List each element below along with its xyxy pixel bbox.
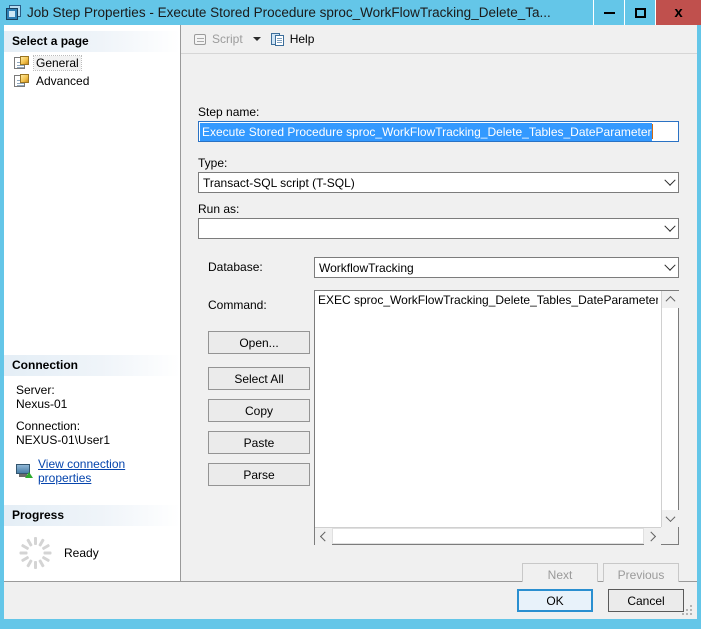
ok-button[interactable]: OK [517, 589, 593, 612]
job-step-icon [6, 5, 22, 21]
command-label: Command: [208, 298, 267, 312]
page-toolbar: Script Help [181, 25, 697, 54]
help-icon [271, 32, 286, 47]
dialog-button-bar: OK Cancel [4, 582, 697, 619]
script-icon [193, 32, 208, 47]
horizontal-scroll-track[interactable] [332, 528, 644, 544]
command-textarea[interactable]: EXEC sproc_WorkFlowTracking_Delete_Table… [314, 290, 679, 545]
close-button[interactable]: x [655, 0, 701, 25]
select-a-page-sidebar: Select a page General Advanced Connectio… [4, 25, 181, 582]
text-caret [652, 124, 653, 139]
database-label: Database: [208, 260, 263, 274]
select-a-page-header: Select a page [4, 31, 180, 52]
chevron-down-icon[interactable] [661, 219, 678, 238]
script-button[interactable]: Script [189, 28, 247, 50]
type-select[interactable]: Transact-SQL script (T-SQL) [198, 172, 679, 193]
parse-button[interactable]: Parse [208, 463, 310, 486]
connection-value: NEXUS-01\User1 [16, 433, 180, 447]
minimize-icon [604, 12, 615, 14]
scroll-left-button[interactable] [315, 528, 332, 545]
open-button[interactable]: Open... [208, 331, 310, 354]
run-as-select[interactable] [198, 218, 679, 239]
scroll-up-button[interactable] [662, 291, 679, 308]
scroll-right-button[interactable] [644, 528, 661, 545]
select-all-button[interactable]: Select All [208, 367, 310, 390]
connection-details: Server: Nexus-01 Connection: NEXUS-01\Us… [4, 376, 180, 491]
script-label: Script [212, 32, 243, 46]
command-value: EXEC sproc_WorkFlowTracking_Delete_Table… [318, 293, 658, 308]
title-bar: Job Step Properties - Execute Stored Pro… [0, 0, 701, 25]
connection-label: Connection: [16, 419, 180, 433]
help-button[interactable]: Help [267, 28, 319, 50]
maximize-button[interactable] [624, 0, 655, 25]
page-icon [14, 56, 29, 70]
step-name-value: Execute Stored Procedure sproc_WorkFlowT… [200, 123, 652, 142]
connection-properties-icon [16, 464, 33, 479]
maximize-icon [635, 8, 646, 18]
sidebar-item-advanced[interactable]: Advanced [4, 72, 180, 90]
help-label: Help [290, 32, 315, 46]
run-as-label: Run as: [198, 202, 239, 216]
connection-header: Connection [4, 355, 180, 376]
progress-header: Progress [4, 505, 180, 526]
step-name-label: Step name: [198, 105, 259, 119]
scrollbar-corner [661, 527, 678, 544]
step-name-input[interactable]: Execute Stored Procedure sproc_WorkFlowT… [198, 121, 679, 142]
server-label: Server: [16, 383, 180, 397]
minimize-button[interactable] [593, 0, 624, 25]
sidebar-item-label: General [34, 56, 81, 70]
progress-status: Ready [64, 546, 99, 560]
close-icon: x [674, 5, 682, 20]
window-title: Job Step Properties - Execute Stored Pro… [27, 5, 593, 20]
type-value: Transact-SQL script (T-SQL) [199, 176, 661, 190]
page-icon [14, 74, 29, 88]
progress-details: Ready [4, 526, 180, 570]
database-select[interactable]: WorkflowTracking [314, 257, 679, 278]
view-connection-properties-link[interactable]: View connection properties [38, 457, 180, 485]
page-list: General Advanced [4, 52, 180, 90]
window-controls: x [593, 0, 701, 25]
server-value: Nexus-01 [16, 397, 180, 411]
progress-spinner-icon [18, 536, 52, 570]
type-label: Type: [198, 156, 227, 170]
database-value: WorkflowTracking [315, 261, 661, 275]
sidebar-item-label: Advanced [34, 74, 91, 88]
dialog-client-area: Select a page General Advanced Connectio… [4, 25, 697, 619]
scroll-down-button[interactable] [662, 510, 679, 527]
resize-grip[interactable] [682, 605, 694, 617]
chevron-down-icon[interactable] [661, 173, 678, 192]
copy-button[interactable]: Copy [208, 399, 310, 422]
cancel-button[interactable]: Cancel [608, 589, 684, 612]
command-vertical-scrollbar[interactable] [661, 291, 678, 527]
chevron-down-icon[interactable] [661, 258, 678, 277]
general-page-panel: Script Help Step name: Execute Stored Pr… [181, 25, 697, 582]
paste-button[interactable]: Paste [208, 431, 310, 454]
chevron-down-icon[interactable] [253, 37, 261, 41]
job-step-properties-dialog: Job Step Properties - Execute Stored Pro… [0, 0, 701, 629]
command-horizontal-scrollbar[interactable] [315, 527, 661, 544]
sidebar-item-general[interactable]: General [4, 54, 180, 72]
view-connection-properties-row[interactable]: View connection properties [16, 457, 180, 485]
